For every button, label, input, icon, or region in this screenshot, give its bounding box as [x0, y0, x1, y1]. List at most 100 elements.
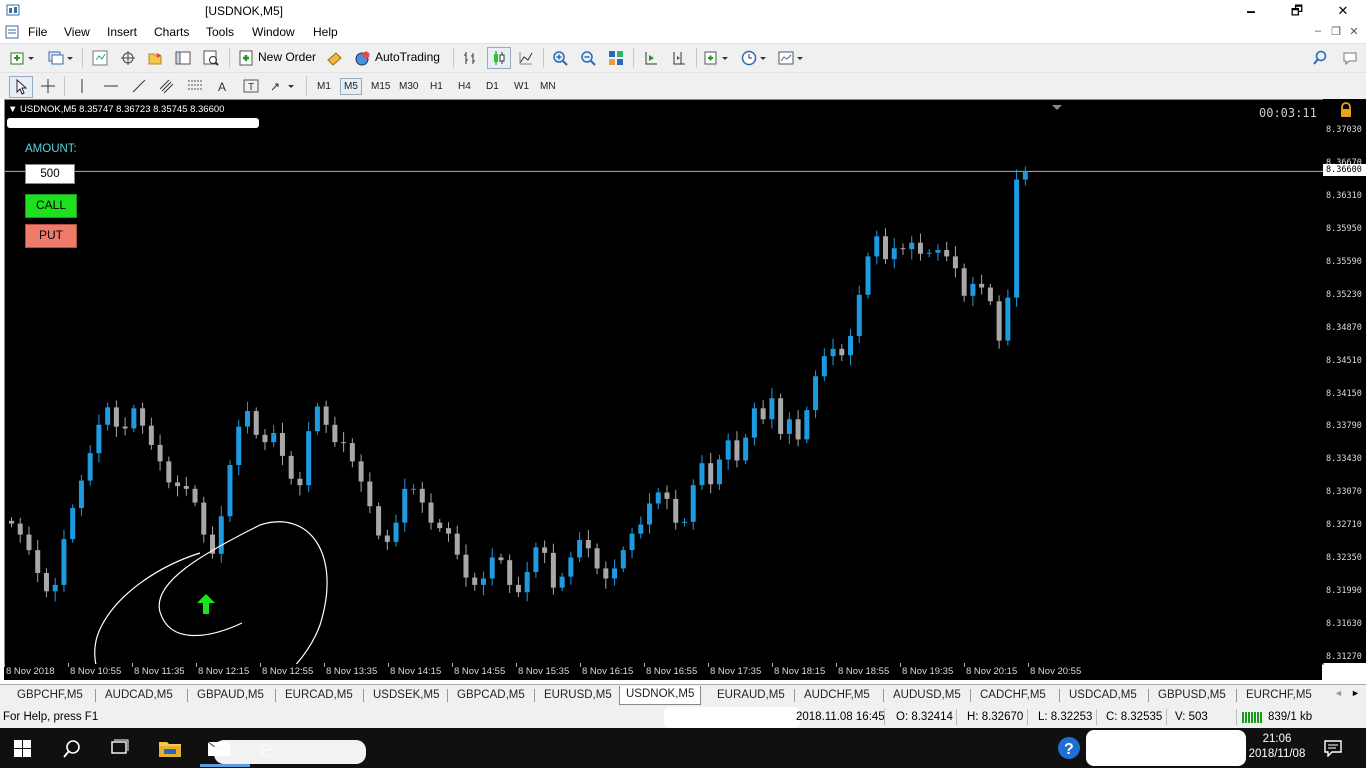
help-tray-icon[interactable]: ?: [1057, 736, 1081, 763]
new-order-icon[interactable]: [236, 48, 258, 68]
timeframe-m15[interactable]: M15: [368, 79, 393, 94]
chart-tab[interactable]: EURUSD,M5: [544, 687, 612, 703]
time-tick-label: 8 Nov 12:15: [195, 663, 250, 677]
timeframe-h1[interactable]: H1: [427, 79, 446, 94]
menu-insert[interactable]: Insert: [107, 25, 137, 39]
chart-tab[interactable]: GBPCHF,M5: [17, 687, 83, 703]
zoom-in-icon[interactable]: [549, 48, 571, 68]
mdi-minimize-button[interactable]: –: [1309, 25, 1327, 37]
time-axis[interactable]: 8 Nov 2018 8 Nov 10:55 8 Nov 11:35 8 Nov 12…: [4, 663, 1322, 680]
menu-file[interactable]: File: [28, 25, 47, 39]
navigator-icon[interactable]: [144, 48, 166, 68]
equidistant-channel-icon[interactable]: [156, 76, 178, 96]
autoscroll-icon[interactable]: [640, 48, 662, 68]
timeframe-h4[interactable]: H4: [455, 79, 474, 94]
status-datetime: 2018.11.08 16:45: [796, 711, 885, 723]
action-center-icon[interactable]: [1324, 739, 1342, 760]
search-icon[interactable]: [1309, 48, 1331, 68]
horizontal-line-icon[interactable]: [100, 76, 122, 96]
fibonacci-icon[interactable]: [184, 76, 206, 96]
bar-chart-icon[interactable]: [459, 48, 481, 68]
market-watch-icon[interactable]: [89, 48, 111, 68]
timeframe-mn[interactable]: MN: [537, 79, 559, 94]
call-button[interactable]: CALL: [25, 194, 77, 218]
strategy-tester-icon[interactable]: [200, 48, 222, 68]
menu-tools[interactable]: Tools: [206, 25, 234, 39]
candle: [227, 460, 233, 523]
cursor-icon[interactable]: [9, 76, 33, 98]
zoom-out-icon[interactable]: [577, 48, 599, 68]
timeframe-m5[interactable]: M5: [340, 78, 362, 95]
crosshair-icon[interactable]: [117, 48, 139, 68]
file-explorer-icon[interactable]: [158, 738, 182, 761]
chart-tab[interactable]: USDSEK,M5: [373, 687, 439, 703]
candlestick-icon[interactable]: [487, 47, 511, 69]
autotrading-icon[interactable]: [352, 48, 374, 68]
chart-shift-icon[interactable]: [668, 48, 690, 68]
autotrading-button[interactable]: AutoTrading: [375, 50, 440, 64]
mdi-close-button[interactable]: ✕: [1345, 25, 1363, 38]
close-button[interactable]: ✕: [1320, 0, 1366, 22]
chart-tab[interactable]: GBPUSD,M5: [1158, 687, 1226, 703]
menu-view[interactable]: View: [64, 25, 90, 39]
menu-window[interactable]: Window: [252, 25, 295, 39]
chart-menu-arrow-icon[interactable]: ▼: [8, 104, 17, 115]
text-tool-icon[interactable]: A: [212, 76, 234, 96]
timeframe-m30[interactable]: M30: [396, 79, 421, 94]
chat-icon[interactable]: [1339, 48, 1361, 68]
chart-tab[interactable]: CADCHF,M5: [980, 687, 1046, 703]
system-clock[interactable]: 21:06 2018/11/08: [1248, 732, 1306, 762]
trendline-icon[interactable]: [128, 76, 150, 96]
document-icon[interactable]: [5, 25, 19, 42]
new-chart-icon[interactable]: [8, 48, 38, 68]
taskbar-redaction-mark: [214, 740, 366, 764]
chart-tab[interactable]: EURAUD,M5: [717, 687, 785, 703]
timeframe-w1[interactable]: W1: [511, 79, 532, 94]
tab-scroll-left-button[interactable]: ◄: [1334, 688, 1343, 698]
tab-scroll-right-button[interactable]: ►: [1351, 688, 1360, 698]
minimize-button[interactable]: 🗕: [1228, 0, 1274, 22]
chart-tab[interactable]: EURCAD,M5: [285, 687, 353, 703]
chart-tab[interactable]: USDNOK,M5: [619, 686, 702, 705]
price-tick-label: 8.33790: [1326, 421, 1362, 432]
indicators-icon[interactable]: [703, 48, 733, 68]
menu-charts[interactable]: Charts: [154, 25, 189, 39]
periods-clock-icon[interactable]: [740, 48, 770, 68]
chart-tab[interactable]: AUDCAD,M5: [105, 687, 173, 703]
new-order-button[interactable]: New Order: [258, 50, 316, 64]
task-view-icon[interactable]: [110, 739, 130, 760]
windows-start-icon[interactable]: [14, 740, 32, 760]
terminal-icon[interactable]: [172, 48, 194, 68]
menu-help[interactable]: Help: [313, 25, 338, 39]
vertical-line-icon[interactable]: [71, 76, 93, 96]
chart-shift-marker-icon[interactable]: [1052, 100, 1064, 114]
tile-windows-icon[interactable]: [605, 48, 627, 68]
text-label-icon[interactable]: T: [240, 76, 262, 96]
metaeditor-icon[interactable]: [324, 48, 346, 68]
chart-tab[interactable]: EURCHF,M5: [1246, 687, 1312, 703]
chart-tab[interactable]: GBPAUD,M5: [197, 687, 264, 703]
amount-input[interactable]: 500: [25, 164, 75, 184]
timeframe-d1[interactable]: D1: [483, 79, 502, 94]
candle: [393, 514, 399, 547]
price-axis[interactable]: 8.37030 8.36670 8.36310 8.35950 8.35590 8.352…: [1323, 99, 1366, 663]
arrows-icon[interactable]: [268, 76, 298, 96]
search-taskbar-icon[interactable]: [62, 739, 82, 762]
chart-tab[interactable]: USDCAD,M5: [1069, 687, 1137, 703]
crosshair-tool-icon[interactable]: [37, 76, 59, 96]
chart-tab[interactable]: AUDUSD,M5: [893, 687, 961, 703]
time-tick-label: 8 Nov 2018: [4, 663, 55, 677]
put-button[interactable]: PUT: [25, 224, 77, 248]
maximize-button[interactable]: 🗗: [1274, 0, 1320, 22]
timeframe-m1[interactable]: M1: [314, 79, 334, 94]
connection-status-icon[interactable]: [1242, 711, 1266, 727]
profiles-icon[interactable]: [46, 48, 76, 68]
chart-tab[interactable]: GBPCAD,M5: [457, 687, 525, 703]
templates-icon[interactable]: [777, 48, 807, 68]
mdi-restore-button[interactable]: ❐: [1327, 25, 1345, 38]
time-tick-label: 8 Nov 14:55: [451, 663, 506, 677]
line-chart-icon[interactable]: [515, 48, 537, 68]
lock-icon[interactable]: [1339, 102, 1353, 121]
chart-tab[interactable]: AUDCHF,M5: [804, 687, 870, 703]
candle: [559, 572, 565, 592]
